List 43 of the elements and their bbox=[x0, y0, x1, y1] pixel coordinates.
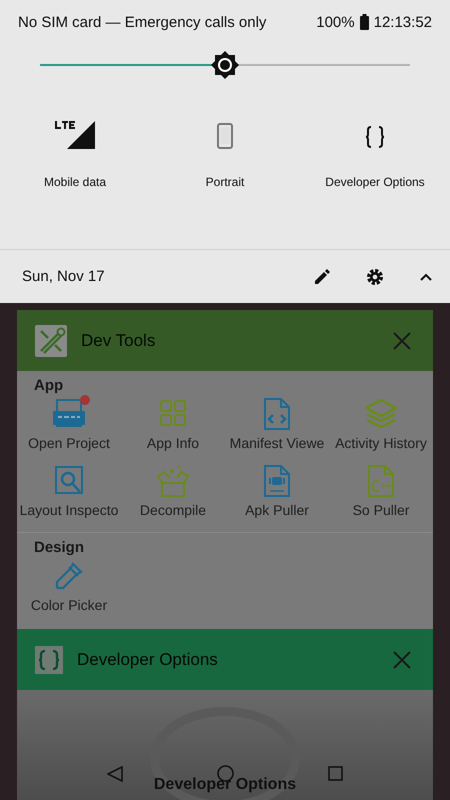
android-file-icon bbox=[261, 465, 293, 497]
section-heading: App bbox=[33, 376, 64, 396]
phone-icon bbox=[217, 122, 233, 149]
tile-label[interactable]: Portrait bbox=[206, 174, 244, 189]
date-text: Sun, Nov 17 bbox=[22, 268, 105, 286]
recent-apps-icon bbox=[328, 766, 343, 781]
braces-app-icon bbox=[35, 646, 63, 674]
brightness-slider[interactable] bbox=[40, 50, 410, 79]
cpp-file-icon bbox=[365, 465, 397, 497]
magnifier-frame-icon bbox=[53, 465, 85, 497]
code-document-icon bbox=[261, 398, 293, 430]
tool-label[interactable]: Activity History bbox=[335, 435, 427, 451]
back-icon bbox=[107, 766, 123, 782]
braces-icon bbox=[365, 124, 385, 149]
carrier-text: No SIM card — Emergency calls only bbox=[18, 14, 266, 31]
app-title: Dev Tools bbox=[81, 330, 156, 350]
tool-label[interactable]: Manifest Viewe bbox=[230, 435, 324, 451]
pencil-icon bbox=[314, 268, 330, 285]
app-title: Developer Options bbox=[77, 650, 219, 670]
section-heading: Design bbox=[33, 538, 86, 558]
clock-time: 12:13:52 bbox=[374, 14, 432, 31]
code-file-icon bbox=[53, 398, 85, 430]
tool-label[interactable]: App Info bbox=[146, 435, 200, 451]
tool-label[interactable]: Layout Inspecto bbox=[20, 502, 118, 518]
tool-label[interactable]: Open Project bbox=[28, 435, 110, 451]
open-box-icon bbox=[157, 465, 189, 497]
tools-app-icon bbox=[35, 324, 67, 356]
tile-label[interactable]: Mobile data bbox=[44, 174, 106, 189]
settings-icon bbox=[366, 268, 384, 286]
battery-icon bbox=[360, 14, 369, 30]
layers-icon bbox=[365, 398, 397, 430]
close-icon bbox=[393, 332, 411, 350]
tool-label[interactable]: Decompile bbox=[140, 502, 206, 518]
close-icon bbox=[393, 650, 411, 668]
preview-label: Developer Options bbox=[154, 776, 296, 794]
tool-label[interactable]: Apk Puller bbox=[245, 502, 309, 518]
signal-icon bbox=[55, 118, 95, 149]
eyedropper-icon bbox=[53, 560, 85, 592]
tile-label[interactable]: Developer Options bbox=[325, 174, 425, 189]
tool-label[interactable]: So Puller bbox=[352, 502, 410, 518]
caret-up-icon bbox=[420, 272, 432, 281]
battery-percent: 100% bbox=[316, 14, 355, 31]
tool-label[interactable]: Color Picker bbox=[30, 597, 108, 613]
